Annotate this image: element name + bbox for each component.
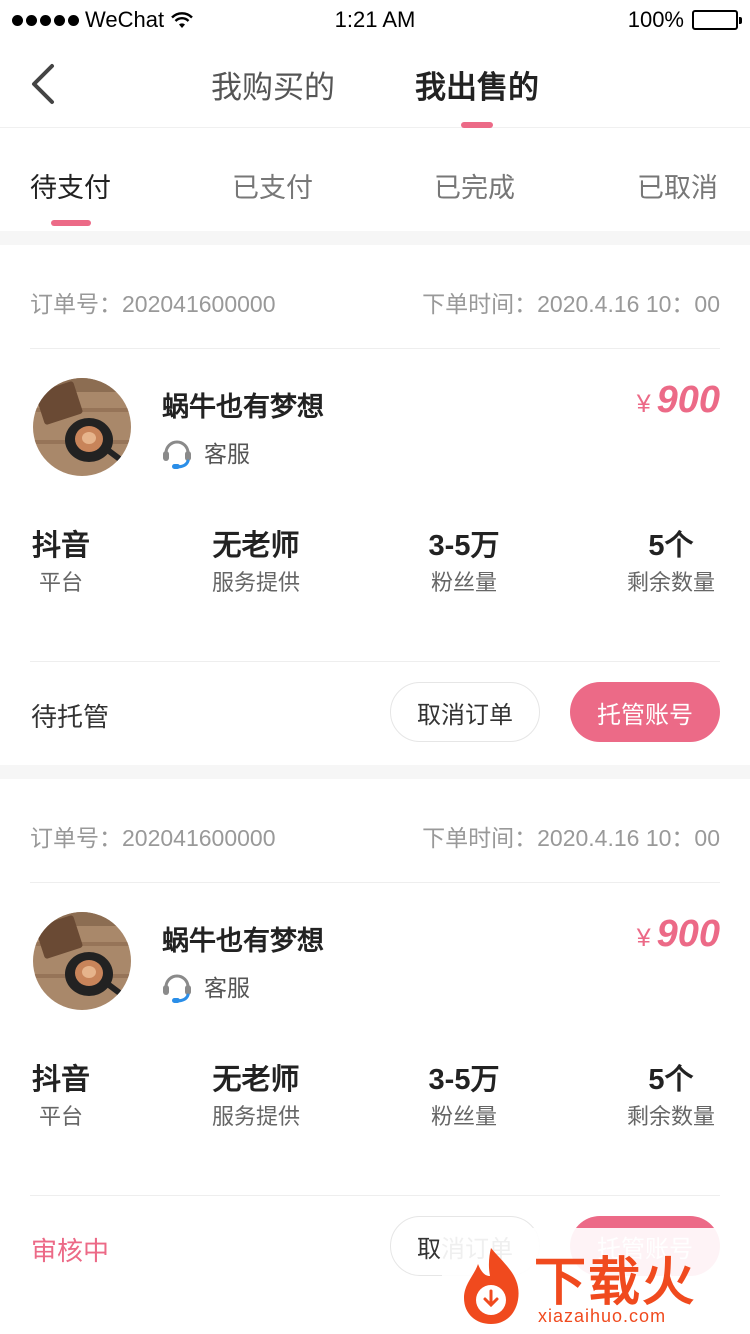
stat-label: 剩余数量 <box>626 1104 715 1129</box>
tab-purchased[interactable]: 我购买的 <box>211 62 335 128</box>
order-status: 审核中 <box>31 1236 110 1266</box>
subtab-label: 已完成 <box>434 173 515 203</box>
stat-value: 无老师 <box>212 530 300 562</box>
stat-provider: 无老师 服务提供 <box>204 529 308 595</box>
avatar[interactable] <box>33 378 131 476</box>
battery-icon <box>692 10 742 30</box>
stat-followers: 3-5万 粉丝量 <box>412 529 516 595</box>
stat-label: 剩余数量 <box>626 570 715 595</box>
nav-header: 我购买的 我出售的 <box>0 40 750 128</box>
stat-label: 平台 <box>38 570 83 595</box>
customer-service-link[interactable]: 客服 <box>160 969 250 1003</box>
currency-symbol: ¥ <box>636 924 651 952</box>
customer-service-link[interactable]: 客服 <box>160 435 250 469</box>
order-card: 订单号：202041600000 下单时间：2020.4.16 10：00 蜗牛… <box>0 245 750 765</box>
tab-purchased-label: 我购买的 <box>211 70 335 105</box>
price: ¥900 <box>637 379 720 422</box>
stat-value: 5个 <box>648 530 694 562</box>
stat-label: 服务提供 <box>211 1104 300 1129</box>
stat-remaining: 5个 剩余数量 <box>620 1063 722 1129</box>
stat-platform: 抖音 平台 <box>30 1063 92 1129</box>
order-number: 订单号：202041600000 <box>30 291 276 317</box>
shop-name: 蜗牛也有梦想 <box>162 392 324 422</box>
order-header: 订单号：202041600000 下单时间：2020.4.16 10：00 <box>30 819 720 853</box>
stat-followers: 3-5万 粉丝量 <box>412 1063 516 1129</box>
active-subtab-indicator <box>50 220 91 226</box>
stat-value: 无老师 <box>212 1064 300 1096</box>
subtab-cancelled[interactable]: 已取消 <box>637 166 718 205</box>
price-value: 900 <box>656 913 720 955</box>
service-label: 客服 <box>204 975 250 1001</box>
battery-info: 100% <box>627 7 742 33</box>
watermark-text: 下载火 <box>534 1254 697 1312</box>
stat-label: 平台 <box>38 1104 83 1129</box>
host-account-button[interactable]: 托管账号 <box>570 682 720 742</box>
cancel-order-button[interactable]: 取消订单 <box>390 682 540 742</box>
divider <box>30 882 720 883</box>
stat-value: 3-5万 <box>428 530 500 562</box>
stat-provider: 无老师 服务提供 <box>204 1063 308 1129</box>
subtab-label: 已支付 <box>232 173 313 203</box>
order-card: 订单号：202041600000 下单时间：2020.4.16 10：00 蜗牛… <box>0 779 750 1299</box>
headset-icon <box>163 440 191 469</box>
currency-symbol: ¥ <box>636 390 651 418</box>
subtab-completed[interactable]: 已完成 <box>434 166 515 205</box>
coffee-photo-icon <box>33 378 131 476</box>
divider <box>30 661 720 662</box>
order-number: 订单号：202041600000 <box>30 825 276 851</box>
avatar[interactable] <box>33 912 131 1010</box>
divider <box>30 1195 720 1196</box>
subtab-label: 已取消 <box>637 173 718 203</box>
price-value: 900 <box>656 379 720 421</box>
section-divider <box>0 231 750 245</box>
shop-name: 蜗牛也有梦想 <box>162 926 324 956</box>
order-time: 下单时间：2020.4.16 10：00 <box>422 825 720 851</box>
battery-percent: 100% <box>627 7 684 32</box>
watermark-url: xiazaihuo.com <box>538 1306 667 1326</box>
stat-label: 服务提供 <box>211 570 300 595</box>
status-bar: WeChat 1:21 AM 100% <box>0 0 750 40</box>
stat-value: 3-5万 <box>428 1064 500 1096</box>
headset-icon <box>163 974 191 1003</box>
subtab-label: 待支付 <box>30 173 111 203</box>
stat-label: 粉丝量 <box>430 570 497 595</box>
stat-platform: 抖音 平台 <box>30 529 92 595</box>
coffee-photo-icon <box>33 912 131 1010</box>
stat-value: 抖音 <box>31 530 90 562</box>
order-header: 订单号：202041600000 下单时间：2020.4.16 10：00 <box>30 285 720 319</box>
stat-value: 5个 <box>648 1064 694 1096</box>
flame-logo-icon <box>464 1248 519 1324</box>
stat-label: 粉丝量 <box>430 1104 497 1129</box>
status-filter-tabs: 待支付 已支付 已完成 已取消 <box>0 128 750 231</box>
order-time: 下单时间：2020.4.16 10：00 <box>422 291 720 317</box>
nav-tabs: 我购买的 我出售的 <box>0 62 750 128</box>
price: ¥900 <box>637 913 720 956</box>
stat-value: 抖音 <box>31 1064 90 1096</box>
tab-sold[interactable]: 我出售的 <box>415 62 539 128</box>
stat-remaining: 5个 剩余数量 <box>620 529 722 595</box>
order-status: 待托管 <box>31 702 110 732</box>
service-label: 客服 <box>204 441 250 467</box>
watermark-logo: 下载火 xiazaihuo.com <box>442 1228 750 1334</box>
section-divider <box>0 765 750 779</box>
tab-sold-label: 我出售的 <box>415 70 539 105</box>
subtab-pending-payment[interactable]: 待支付 <box>30 166 111 226</box>
divider <box>30 348 720 349</box>
subtab-paid[interactable]: 已支付 <box>232 166 313 205</box>
